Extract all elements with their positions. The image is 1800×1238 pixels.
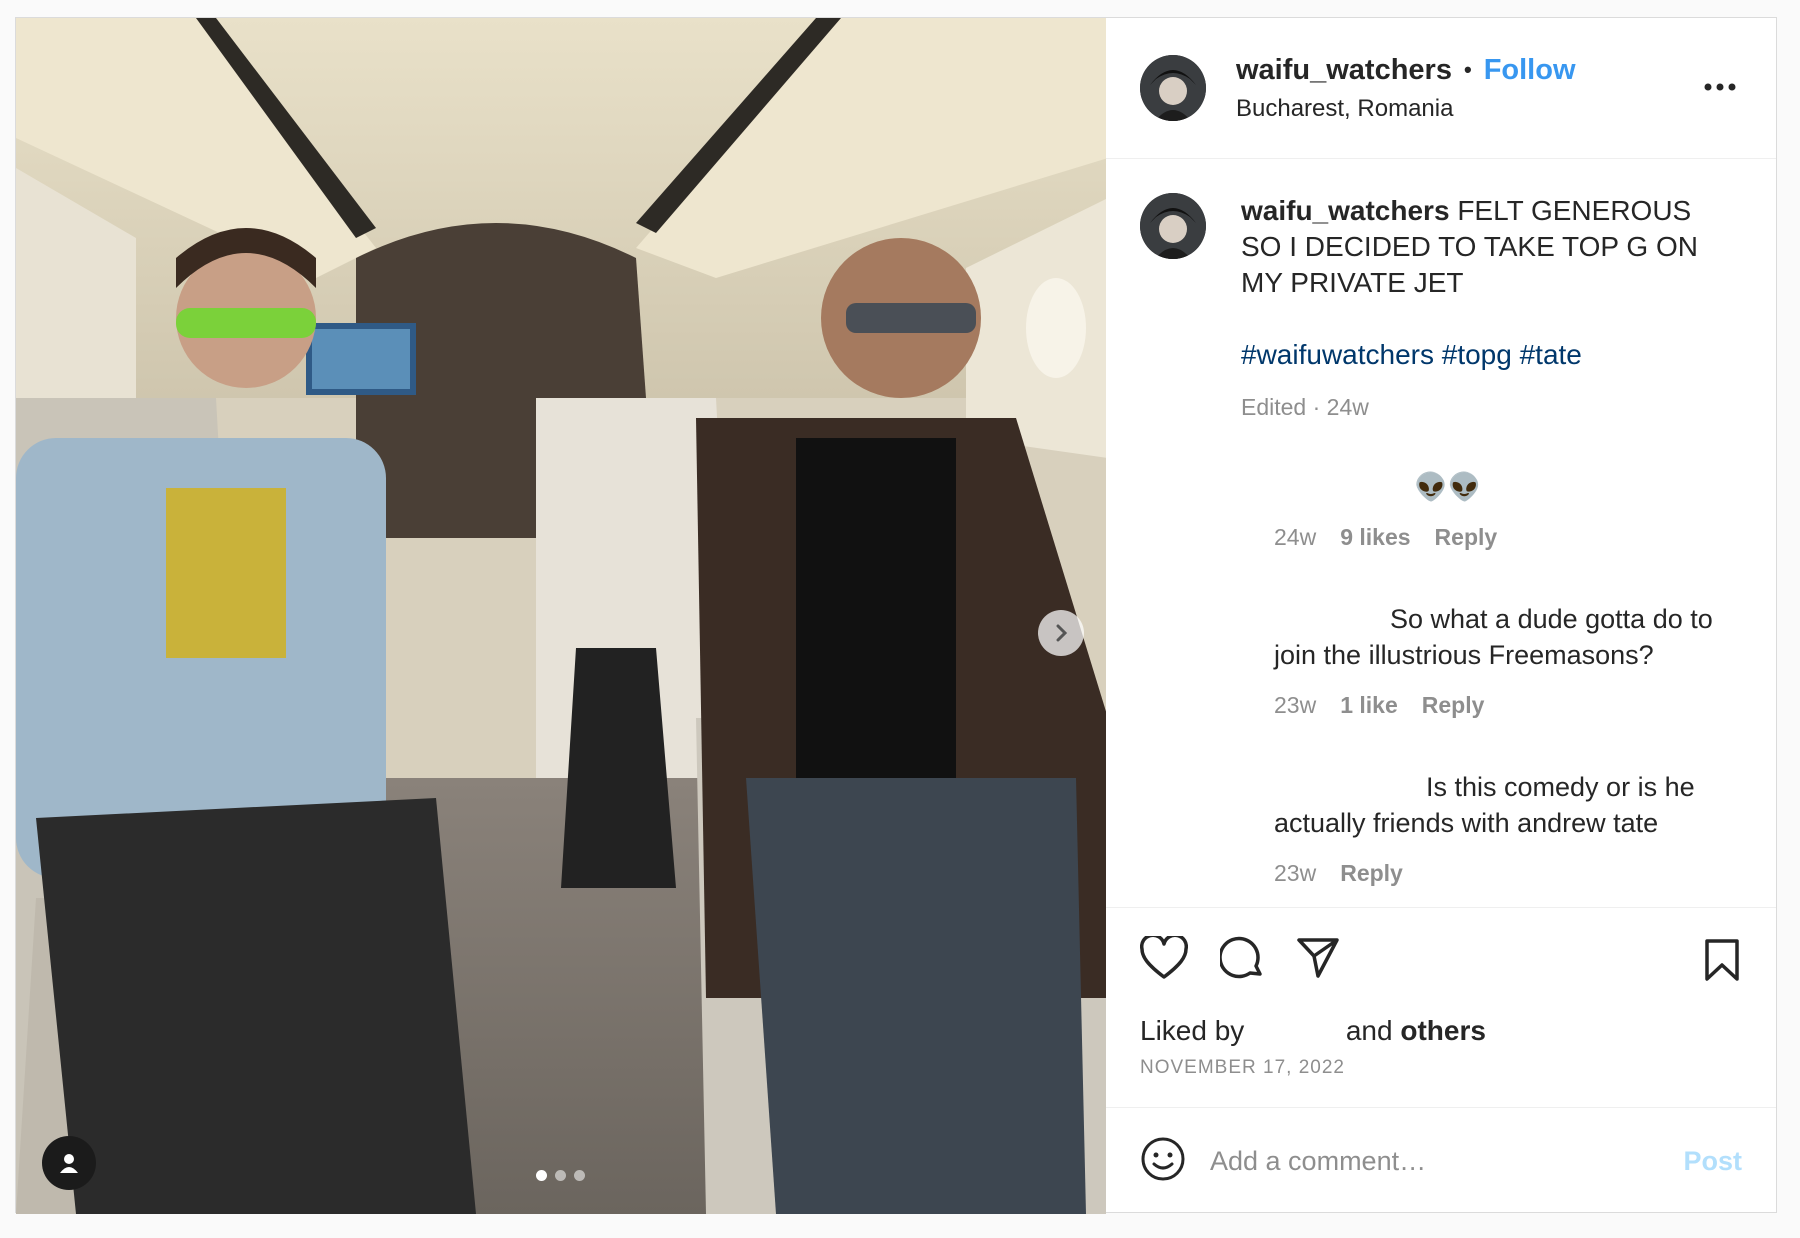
like-button[interactable] (1139, 933, 1189, 985)
caption-username[interactable]: waifu_watchers (1241, 195, 1450, 226)
profile-picture (1140, 55, 1206, 121)
emoji-icon (1141, 1137, 1185, 1180)
profile-picture (1140, 193, 1206, 259)
user-tags-button[interactable] (42, 1136, 96, 1190)
share-button[interactable] (1296, 936, 1340, 985)
chevron-right-icon (1056, 624, 1068, 642)
comment-age: 23w (1274, 692, 1317, 718)
comment-likes[interactable]: 1 like (1340, 687, 1398, 723)
comment-likes[interactable]: 9 likes (1340, 519, 1410, 555)
post-actions: Liked by and others NOVEMBER 17, 2022 (1106, 907, 1776, 1107)
post-card: waifu_watchers • Follow Bucharest, Roman… (15, 17, 1777, 1214)
post-comment-button[interactable]: Post (1683, 1146, 1742, 1177)
header-username[interactable]: waifu_watchers (1236, 54, 1452, 87)
post-header: waifu_watchers • Follow Bucharest, Roman… (1106, 18, 1776, 159)
carousel-dot (574, 1170, 585, 1181)
avatar[interactable] (1140, 55, 1206, 121)
location-link[interactable]: Bucharest, Romania (1236, 95, 1576, 123)
reply-button[interactable]: Reply (1340, 855, 1403, 891)
caption: waifu_watchers FELT GENEROUS SO I DECIDE… (1140, 193, 1742, 425)
comment-text: So what a dude gotta do to join the illu… (1274, 604, 1713, 670)
comment-icon (1218, 936, 1262, 979)
comment-text: Is this comedy or is he actually friends… (1274, 772, 1695, 838)
save-button[interactable] (1704, 938, 1740, 987)
jet-cabin-photo (16, 18, 1106, 1214)
more-options-icon (1704, 83, 1736, 91)
post-date[interactable]: NOVEMBER 17, 2022 (1140, 1057, 1742, 1079)
comment-item: So what a dude gotta do to join the illu… (1274, 601, 1744, 723)
caption-hashtags[interactable]: #waifuwatchers #topg #tate (1241, 337, 1701, 373)
user-tag-icon (60, 1154, 78, 1173)
next-photo-button[interactable] (1038, 610, 1084, 656)
header-separator: • (1463, 57, 1472, 82)
comment-button[interactable] (1218, 936, 1264, 985)
liked-by-prefix: Liked by (1140, 1015, 1245, 1046)
comments-section: waifu_watchers FELT GENEROUS SO I DECIDE… (1106, 159, 1776, 907)
comment-item: 👽👽 24w 9 likes Reply (1274, 469, 1744, 555)
liked-by: Liked by and others (1140, 1015, 1742, 1047)
carousel-dot (536, 1170, 547, 1181)
caption-meta: Edited · 24w (1241, 394, 1369, 420)
comment-age: 24w (1274, 524, 1317, 550)
post-image[interactable] (16, 18, 1106, 1214)
follow-button[interactable]: Follow (1484, 54, 1576, 87)
liked-by-suffix: and (1345, 1015, 1393, 1046)
comment-age: 23w (1274, 860, 1317, 886)
emoji-button[interactable] (1140, 1136, 1186, 1187)
bookmark-icon (1705, 939, 1739, 981)
reply-button[interactable]: Reply (1435, 519, 1498, 555)
carousel-indicator (536, 1170, 585, 1181)
add-comment-bar: Post (1106, 1107, 1776, 1214)
more-options-button[interactable] (1704, 78, 1736, 96)
heart-icon (1139, 933, 1189, 979)
share-icon (1297, 938, 1339, 978)
avatar[interactable] (1140, 193, 1206, 259)
comment-text: 👽👽 (1414, 472, 1482, 502)
reply-button[interactable]: Reply (1422, 687, 1485, 723)
carousel-dot (555, 1170, 566, 1181)
comment-input[interactable] (1210, 1145, 1684, 1177)
liked-by-others[interactable]: others (1400, 1015, 1486, 1046)
comment-item: Is this comedy or is he actually friends… (1274, 769, 1744, 891)
post-side-panel: waifu_watchers • Follow Bucharest, Roman… (1106, 18, 1776, 1214)
